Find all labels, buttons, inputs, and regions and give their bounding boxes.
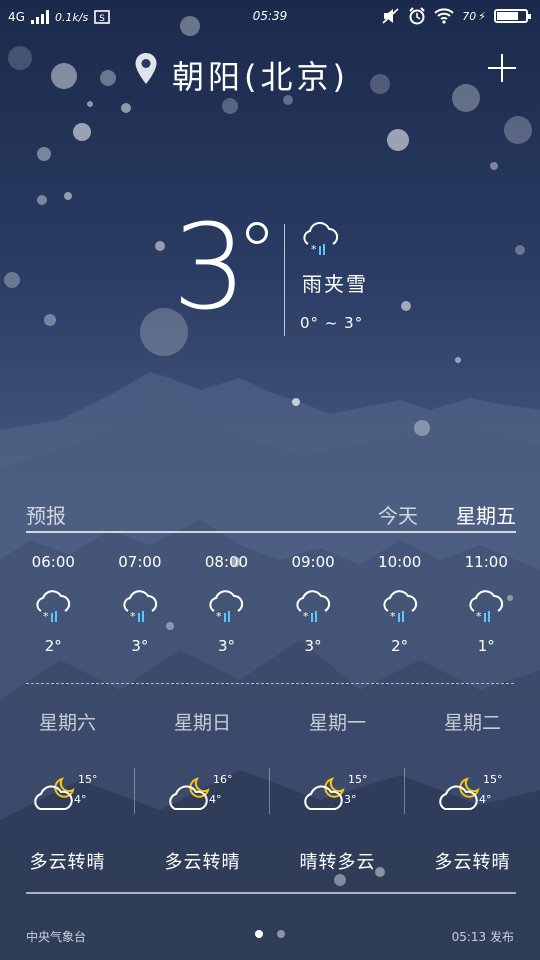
day-high: 15° [348,773,368,786]
cloud-moon-icon [34,777,75,810]
hourly-item: 09:00 * 3° [270,548,357,668]
data-source: 中央气象台 [26,930,87,944]
hourly-item: 11:00 * 1° [443,548,530,668]
forecast-divider [26,531,516,533]
cloud-sleet-icon: * [303,221,339,256]
svg-text:*: * [390,610,396,623]
today-label: 今天 [378,504,418,528]
daily-item[interactable]: 星期二 15° 4° 多云转晴 [405,705,540,880]
svg-text:*: * [311,243,317,256]
city-name[interactable]: 朝阳(北京) [172,52,349,98]
page-indicator[interactable] [255,930,285,938]
daily-item[interactable]: 星期六 15° 4° 多云转晴 [0,705,135,880]
svg-text:*: * [43,610,49,623]
page-dot[interactable] [255,930,263,938]
daily-forecast: 星期六 15° 4° 多云转晴 星期日 16° 4° 多云转晴 星期一 15° … [0,705,540,880]
daily-item[interactable]: 星期一 15° 3° 晴转多云 [270,705,405,880]
svg-text:*: * [476,610,482,623]
cloud-moon-icon [169,777,210,810]
header: 朝阳(北京) [0,46,540,96]
hour-temp: 3° [217,637,235,655]
day-separator [269,768,270,814]
hourly-item: 06:00 * 2° [10,548,97,668]
svg-text:*: * [303,610,309,623]
cloud-sleet-icon: * [296,590,331,623]
day-name: 星期六 [38,712,96,734]
day-condition: 晴转多云 [299,852,376,873]
charging-icon: ⚡ [478,9,486,23]
cloud-sleet-icon: * [383,590,417,623]
mute-icon [382,8,399,24]
forecast-header: 预报 今天 星期五 [26,500,516,530]
hour-temp: 1° [477,637,495,655]
day-condition: 多云转晴 [434,852,511,873]
hour-time: 10:00 [378,553,422,571]
day-name: 星期二 [443,712,501,734]
hour-time: 11:00 [464,553,508,571]
cloud-sleet-icon: * [123,590,158,623]
day-name: 星期日 [173,712,231,734]
cloud-moon-icon [304,777,345,810]
current-temperature: 3 [172,198,248,336]
hour-temp: 3° [131,637,149,655]
day-low: 4° [209,793,222,806]
hourly-item: 07:00 * 3° [97,548,184,668]
hour-temp: 3° [304,637,322,655]
day-condition: 多云转晴 [29,852,106,873]
cloud-sleet-icon: * [36,590,71,623]
hour-time: 09:00 [291,553,335,571]
hourly-item: 08:00 * 3° [183,548,270,668]
add-city-button[interactable] [488,54,516,82]
day-separator [134,768,135,814]
status-bar: 4G 0.1k/s S 05:39 70 ⚡ [0,0,540,34]
publish-time: 05:13 发布 [451,930,514,944]
hour-temp: 2° [391,637,409,655]
page-dot[interactable] [277,930,285,938]
day-high: 16° [213,773,233,786]
current-divider [284,224,285,336]
weekday-label: 星期五 [456,504,516,528]
day-high: 15° [483,773,503,786]
battery-icon [494,9,531,23]
svg-text:*: * [130,610,136,623]
cloud-sleet-icon: * [209,590,244,623]
forecast-title: 预报 [26,504,66,528]
day-low: 3° [344,793,357,806]
location-pin-icon[interactable] [134,52,158,86]
day-name: 星期一 [308,712,366,734]
svg-text:*: * [216,610,222,623]
cloud-sleet-icon: * [469,590,504,623]
day-condition: 多云转晴 [164,852,241,873]
hour-time: 08:00 [204,553,249,571]
cloud-moon-icon [439,777,480,810]
hour-time: 07:00 [118,553,162,571]
hourly-forecast: 06:00 * 2° 07:00 * 3° 08:00 * 3° 09:00 *… [10,548,530,668]
day-low: 4° [479,793,492,806]
current-condition: 雨夹雪 [302,272,368,296]
temperature-range: 0° ~ 3° [300,314,364,332]
footer-divider [26,892,516,894]
degree-symbol [246,222,268,244]
wifi-icon [434,8,454,24]
daily-item[interactable]: 星期日 16° 4° 多云转晴 [135,705,270,880]
battery-percent: 70 [462,9,477,23]
alarm-icon [409,7,425,25]
hourly-divider [26,683,514,684]
day-low: 4° [74,793,87,806]
hour-temp: 2° [44,637,62,655]
day-high: 15° [78,773,98,786]
day-separator [404,768,405,814]
hour-time: 06:00 [31,553,75,571]
hourly-item: 10:00 * 2° [356,548,443,668]
